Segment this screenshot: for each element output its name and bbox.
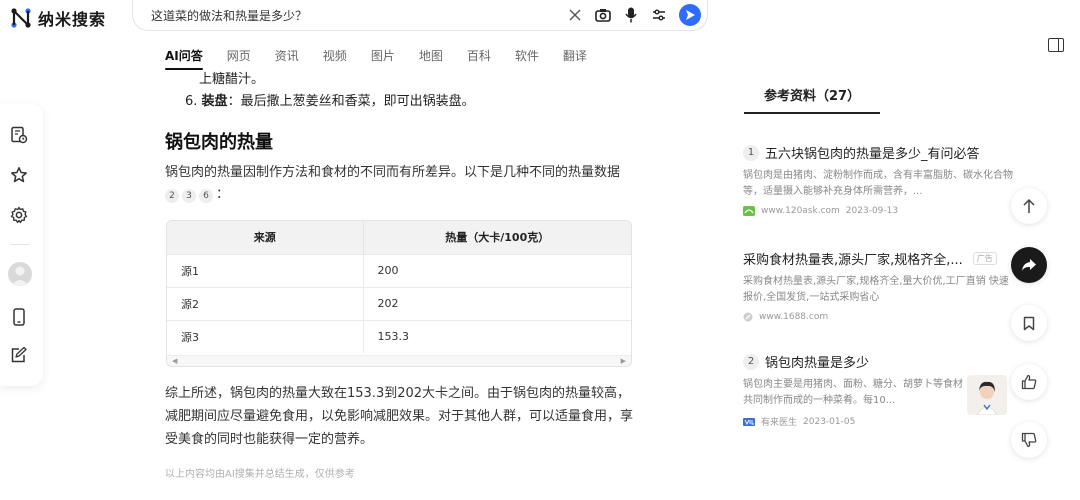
reference-date: 2023-01-05 [803, 416, 856, 427]
tab-news[interactable]: 资讯 [275, 47, 299, 70]
ai-disclaimer: 以上内容均由AI搜集并总结生成，仅供参考 [165, 469, 355, 480]
thumbs-up-icon [1021, 374, 1037, 390]
arrow-up-icon [1023, 198, 1035, 213]
search-tabs: AI问答 网页 资讯 视频 图片 地图 百科 软件 翻译 [165, 47, 611, 70]
step-6-text: ：最后撒上葱姜丝和香菜，即可出锅装盘。 [227, 94, 475, 109]
page: 纳米搜索 这道菜的做法和热量是多少？ AI问答 网页 资讯 视频 图片 地图 百… [0, 0, 1080, 500]
calorie-intro-text: 锅包肉的热量因制作方法和食材的不同而有所差异。以下是几种不同的热量数据 [165, 165, 621, 180]
logo-text: 纳米搜索 [38, 10, 107, 29]
share-button[interactable] [1011, 247, 1047, 283]
reference-number: 1 [743, 144, 759, 161]
citation-badge[interactable]: 2 [165, 189, 179, 203]
feedback-edit-icon[interactable] [10, 346, 28, 364]
cell-source: 源2 [167, 286, 364, 320]
cell-source: 源3 [167, 319, 364, 353]
reference-source: www.1688.com [759, 312, 829, 322]
clear-icon[interactable] [567, 7, 583, 23]
microphone-icon[interactable] [623, 7, 639, 23]
reference-title[interactable]: 五六块锅包肉的热量是多少_有问必答 [765, 143, 980, 162]
logo[interactable]: 纳米搜索 [10, 6, 106, 30]
reference-description: 锅包肉是由猪肉、淀粉制作而成，含有丰富脂肪、碳水化合物等，适量摄入能够补充身体所… [743, 170, 1013, 197]
reference-title[interactable]: 锅包肉热量是多少 [765, 352, 869, 371]
cell-calories: 153.3 [363, 319, 631, 353]
references-title[interactable]: 参考资料（27） [764, 85, 860, 104]
like-button[interactable] [1011, 364, 1047, 400]
table-row: 源2 202 [167, 286, 631, 320]
reference-item-ad[interactable]: 采购食材热量表,源头厂家,规格齐全,... 广告 采购食材热量表,源头厂家,规格… [743, 249, 1013, 322]
column-header-calories: 热量（大卡/100克） [363, 221, 631, 254]
citation-badge[interactable]: 3 [182, 189, 196, 203]
reference-source: www.120ask.com [761, 206, 840, 216]
star-icon[interactable] [10, 166, 28, 184]
reference-item[interactable]: 1 五六块锅包肉的热量是多少_有问必答 锅包肉是由猪肉、淀粉制作而成，含有丰富脂… [743, 143, 1013, 216]
youlai-logo-icon [743, 417, 755, 426]
thumbs-down-icon [1021, 432, 1037, 448]
scroll-right-arrow-icon[interactable]: ▶ [621, 357, 626, 365]
history-icon[interactable] [10, 126, 28, 144]
dislike-button[interactable] [1011, 422, 1047, 458]
gear-icon[interactable] [10, 206, 28, 224]
reference-number: 2 [743, 353, 759, 370]
tab-images[interactable]: 图片 [371, 47, 395, 70]
left-tool-rail [0, 104, 43, 386]
camera-icon[interactable] [595, 7, 611, 23]
step-continuation: 上糖醋汁。 [199, 72, 265, 87]
horizontal-scrollbar[interactable]: ◀ ▶ [167, 355, 631, 366]
share-icon [1022, 259, 1036, 271]
cell-calories: 202 [363, 286, 631, 320]
references-tab-underline [744, 112, 880, 114]
cell-source: 源1 [167, 253, 364, 287]
calorie-table: 来源 热量（大卡/100克） 源1 200 源2 202 源3 153.3 ◀ … [166, 220, 632, 367]
step-6-label: 装盘 [201, 94, 228, 109]
reference-description: 锅包肉主要是用猪肉、面粉、糖分、胡萝卜等食材共同制作而成的一种菜肴。每10... [743, 379, 963, 406]
reference-source: 有来医生 [761, 418, 798, 428]
citation-badge[interactable]: 6 [199, 189, 213, 203]
avatar[interactable] [8, 262, 32, 286]
section-title-calories: 锅包肉的热量 [165, 132, 273, 153]
search-submit-button[interactable] [679, 4, 701, 26]
answer-content: 上糖醋汁。 6. 装盘：最后撒上葱姜丝和香菜，即可出锅装盘。 [165, 70, 635, 112]
tab-software[interactable]: 软件 [515, 47, 539, 70]
bookmark-button[interactable] [1011, 305, 1047, 341]
tab-ai-qa[interactable]: AI问答 [165, 47, 203, 70]
tab-translate[interactable]: 翻译 [563, 47, 587, 70]
nami-logo-icon [11, 8, 31, 28]
scroll-left-arrow-icon[interactable]: ◀ [172, 357, 177, 365]
table-row: 源3 153.3 [167, 319, 631, 353]
intro-colon: ： [216, 187, 230, 202]
tab-web[interactable]: 网页 [227, 47, 251, 70]
scroll-top-button[interactable] [1011, 188, 1047, 224]
rail-divider [10, 244, 30, 245]
site-favicon-icon [743, 206, 755, 216]
column-header-source: 来源 [167, 221, 364, 254]
table-row: 源1 200 [167, 253, 631, 287]
calorie-intro: 锅包肉的热量因制作方法和食材的不同而有所差异。以下是几种不同的热量数据 2 3 6： [165, 162, 635, 206]
step-6-number: 6. [185, 94, 198, 109]
search-input[interactable]: 这道菜的做法和热量是多少？ [151, 7, 307, 24]
table-header-row: 来源 热量（大卡/100克） [167, 221, 631, 254]
link-icon [743, 312, 753, 322]
reference-date: 2023-09-13 [845, 206, 899, 216]
reference-title[interactable]: 采购食材热量表,源头厂家,规格齐全,... [743, 249, 963, 268]
reference-item[interactable]: 2 锅包肉热量是多少 锅包肉主要是用猪肉、面粉、糖分、胡萝卜等食材共同制作而成的… [743, 352, 963, 428]
search-bar[interactable]: 这道菜的做法和热量是多少？ [132, 0, 708, 31]
step-6: 6. 装盘：最后撒上葱姜丝和香菜，即可出锅装盘。 [165, 92, 635, 112]
mobile-phone-icon[interactable] [10, 308, 28, 326]
reference-description: 采购食材热量表,源头厂家,规格齐全,量大价优,工厂直销 快速报价,全国发货,一站… [743, 276, 1009, 303]
cell-calories: 200 [363, 253, 631, 287]
tab-video[interactable]: 视频 [323, 47, 347, 70]
tab-encyclopedia[interactable]: 百科 [467, 47, 491, 70]
filter-settings-icon[interactable] [651, 7, 667, 23]
ad-badge: 广告 [972, 252, 997, 265]
send-icon [686, 10, 695, 20]
tab-map[interactable]: 地图 [419, 47, 443, 70]
side-panel-toggle-icon[interactable] [1048, 38, 1064, 52]
doctor-thumbnail[interactable] [967, 375, 1007, 415]
summary-paragraph: 综上所述，锅包肉的热量大致在153.3到202大卡之间。由于锅包肉的热量较高，减… [165, 386, 634, 447]
bookmark-icon [1023, 316, 1035, 330]
